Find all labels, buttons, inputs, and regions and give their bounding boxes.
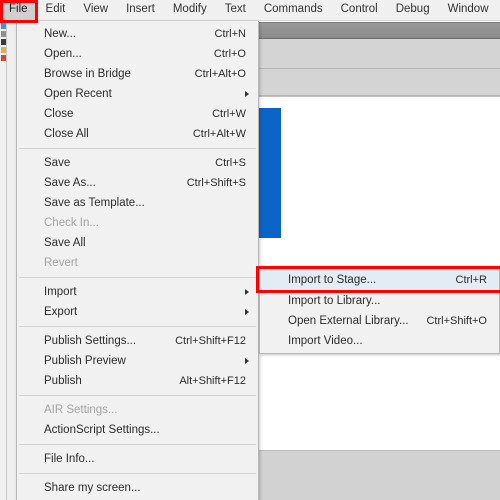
chevron-right-icon bbox=[245, 91, 249, 97]
menu-item-label: Import to Library... bbox=[288, 295, 381, 307]
menu-item-label: Save as Template... bbox=[44, 197, 145, 209]
menu-separator bbox=[19, 395, 256, 396]
menubar-item-file[interactable]: File bbox=[0, 0, 37, 20]
menu-item-label: ActionScript Settings... bbox=[44, 424, 160, 436]
menu-item-label: Publish Preview bbox=[44, 355, 126, 367]
tool-icon-chip[interactable] bbox=[1, 23, 6, 29]
menu-separator bbox=[19, 473, 256, 474]
menubar-item-edit[interactable]: Edit bbox=[37, 0, 75, 20]
file-menu-item-import[interactable]: Import bbox=[17, 282, 258, 302]
menu-item-label: Save bbox=[44, 157, 71, 169]
timeline-layer-row[interactable] bbox=[257, 69, 500, 96]
menu-item-shortcut: Ctrl+Alt+W bbox=[192, 128, 246, 140]
timeline-header-bar bbox=[257, 22, 500, 39]
menu-item-shortcut: Alt+Shift+F12 bbox=[179, 375, 246, 387]
tool-icon-chip[interactable] bbox=[1, 55, 6, 61]
tool-icon-chip[interactable] bbox=[1, 31, 6, 37]
menu-item-label: Import bbox=[44, 286, 77, 298]
file-menu-item-publish-preview[interactable]: Publish Preview bbox=[17, 351, 258, 371]
menu-item-label: Publish Settings... bbox=[44, 335, 137, 347]
menu-item-label: AIR Settings... bbox=[44, 404, 118, 416]
file-menu-item-save-as-template[interactable]: Save as Template... bbox=[17, 193, 258, 213]
file-menu-item-save-all[interactable]: Save All bbox=[17, 233, 258, 253]
menu-separator bbox=[19, 444, 256, 445]
menu-item-label: File Info... bbox=[44, 453, 95, 465]
tool-icon-chip[interactable] bbox=[1, 39, 6, 45]
menu-item-label: Save As... bbox=[44, 177, 96, 189]
file-menu-item-save-as[interactable]: Save As... Ctrl+Shift+S bbox=[17, 173, 258, 193]
tool-icon-chip[interactable] bbox=[1, 47, 6, 53]
menu-separator bbox=[19, 148, 256, 149]
tools-panel-strip[interactable] bbox=[0, 21, 7, 500]
file-menu-item-close-all[interactable]: Close All Ctrl+Alt+W bbox=[17, 124, 258, 144]
menu-item-label: Save All bbox=[44, 237, 86, 249]
menu-separator bbox=[19, 326, 256, 327]
menubar-item-control[interactable]: Control bbox=[332, 0, 387, 20]
file-menu-item-file-info[interactable]: File Info... bbox=[17, 449, 258, 469]
file-menu-item-share-my-screen[interactable]: Share my screen... bbox=[17, 478, 258, 498]
chevron-right-icon bbox=[245, 358, 249, 364]
menu-item-label: Close All bbox=[44, 128, 89, 140]
timeline-layer-row[interactable] bbox=[257, 39, 500, 69]
menu-item-label: Export bbox=[44, 306, 78, 318]
file-menu-item-air-settings: AIR Settings... bbox=[17, 400, 258, 420]
file-menu-item-publish[interactable]: Publish Alt+Shift+F12 bbox=[17, 371, 258, 391]
menu-item-label: Revert bbox=[44, 257, 78, 269]
file-menu-item-open-recent[interactable]: Open Recent bbox=[17, 84, 258, 104]
menu-item-shortcut: Ctrl+R bbox=[455, 274, 487, 286]
menu-item-label: Close bbox=[44, 108, 74, 120]
menu-item-shortcut: Ctrl+Shift+S bbox=[186, 177, 246, 189]
file-menu-item-actionscript-settings[interactable]: ActionScript Settings... bbox=[17, 420, 258, 440]
menu-item-label: Share my screen... bbox=[44, 482, 141, 494]
file-menu-item-browse-in-bridge[interactable]: Browse in Bridge Ctrl+Alt+O bbox=[17, 64, 258, 84]
menubar-item-window[interactable]: Window bbox=[439, 0, 498, 20]
menu-item-label: Import Video... bbox=[288, 335, 363, 347]
menu-item-label: Check In... bbox=[44, 217, 99, 229]
menu-item-shortcut: Ctrl+O bbox=[213, 48, 246, 60]
menu-item-label: Import to Stage... bbox=[288, 274, 377, 286]
stage-blue-rectangle[interactable] bbox=[257, 108, 281, 238]
menu-item-shortcut: Ctrl+Shift+F12 bbox=[175, 335, 246, 347]
menu-separator bbox=[19, 277, 256, 278]
menu-item-shortcut: Ctrl+N bbox=[214, 28, 246, 40]
menu-item-shortcut: Ctrl+S bbox=[215, 157, 246, 169]
menu-item-label: New... bbox=[44, 28, 76, 40]
menu-item-label: Open Recent bbox=[44, 88, 112, 100]
menu-item-label: Open External Library... bbox=[288, 315, 409, 327]
menu-item-label: Publish bbox=[44, 375, 82, 387]
menubar-item-debug[interactable]: Debug bbox=[387, 0, 439, 20]
chevron-right-icon bbox=[245, 309, 249, 315]
menu-item-label: Open... bbox=[44, 48, 82, 60]
menu-item-shortcut: Ctrl+Shift+O bbox=[426, 315, 487, 327]
import-submenu-item-import-to-library[interactable]: Import to Library... bbox=[260, 291, 499, 311]
menu-item-shortcut: Ctrl+W bbox=[212, 108, 246, 120]
chevron-right-icon bbox=[245, 289, 249, 295]
file-menu-item-revert: Revert bbox=[17, 253, 258, 273]
menubar-item-insert[interactable]: Insert bbox=[117, 0, 164, 20]
file-menu-item-close[interactable]: Close Ctrl+W bbox=[17, 104, 258, 124]
menubar-item-view[interactable]: View bbox=[74, 0, 117, 20]
import-submenu[interactable]: Import to Stage... Ctrl+R Import to Librar… bbox=[259, 266, 500, 354]
file-dropdown-menu[interactable]: New... Ctrl+N Open... Ctrl+O Browse in Bridg… bbox=[16, 21, 259, 500]
file-menu-item-check-in: Check In... bbox=[17, 213, 258, 233]
file-menu-item-publish-settings[interactable]: Publish Settings... Ctrl+Shift+F12 bbox=[17, 331, 258, 351]
import-submenu-item-import-to-stage[interactable]: Import to Stage... Ctrl+R bbox=[260, 269, 499, 291]
file-menu-item-export[interactable]: Export bbox=[17, 302, 258, 322]
menubar-item-modify[interactable]: Modify bbox=[164, 0, 216, 20]
menu-item-label: Browse in Bridge bbox=[44, 68, 131, 80]
menu-item-shortcut: Ctrl+Alt+O bbox=[194, 68, 246, 80]
import-submenu-item-open-external-library[interactable]: Open External Library... Ctrl+Shift+O bbox=[260, 311, 499, 331]
file-menu-item-save[interactable]: Save Ctrl+S bbox=[17, 153, 258, 173]
file-menu-item-new[interactable]: New... Ctrl+N bbox=[17, 24, 258, 44]
import-submenu-item-import-video[interactable]: Import Video... bbox=[260, 331, 499, 351]
file-menu-item-open[interactable]: Open... Ctrl+O bbox=[17, 44, 258, 64]
properties-panel[interactable] bbox=[257, 450, 500, 500]
application-window: File Edit View Insert Modify Text Comman… bbox=[0, 0, 500, 500]
menu-bar[interactable]: File Edit View Insert Modify Text Comman… bbox=[0, 0, 500, 21]
menubar-item-text[interactable]: Text bbox=[216, 0, 255, 20]
menubar-item-commands[interactable]: Commands bbox=[255, 0, 332, 20]
